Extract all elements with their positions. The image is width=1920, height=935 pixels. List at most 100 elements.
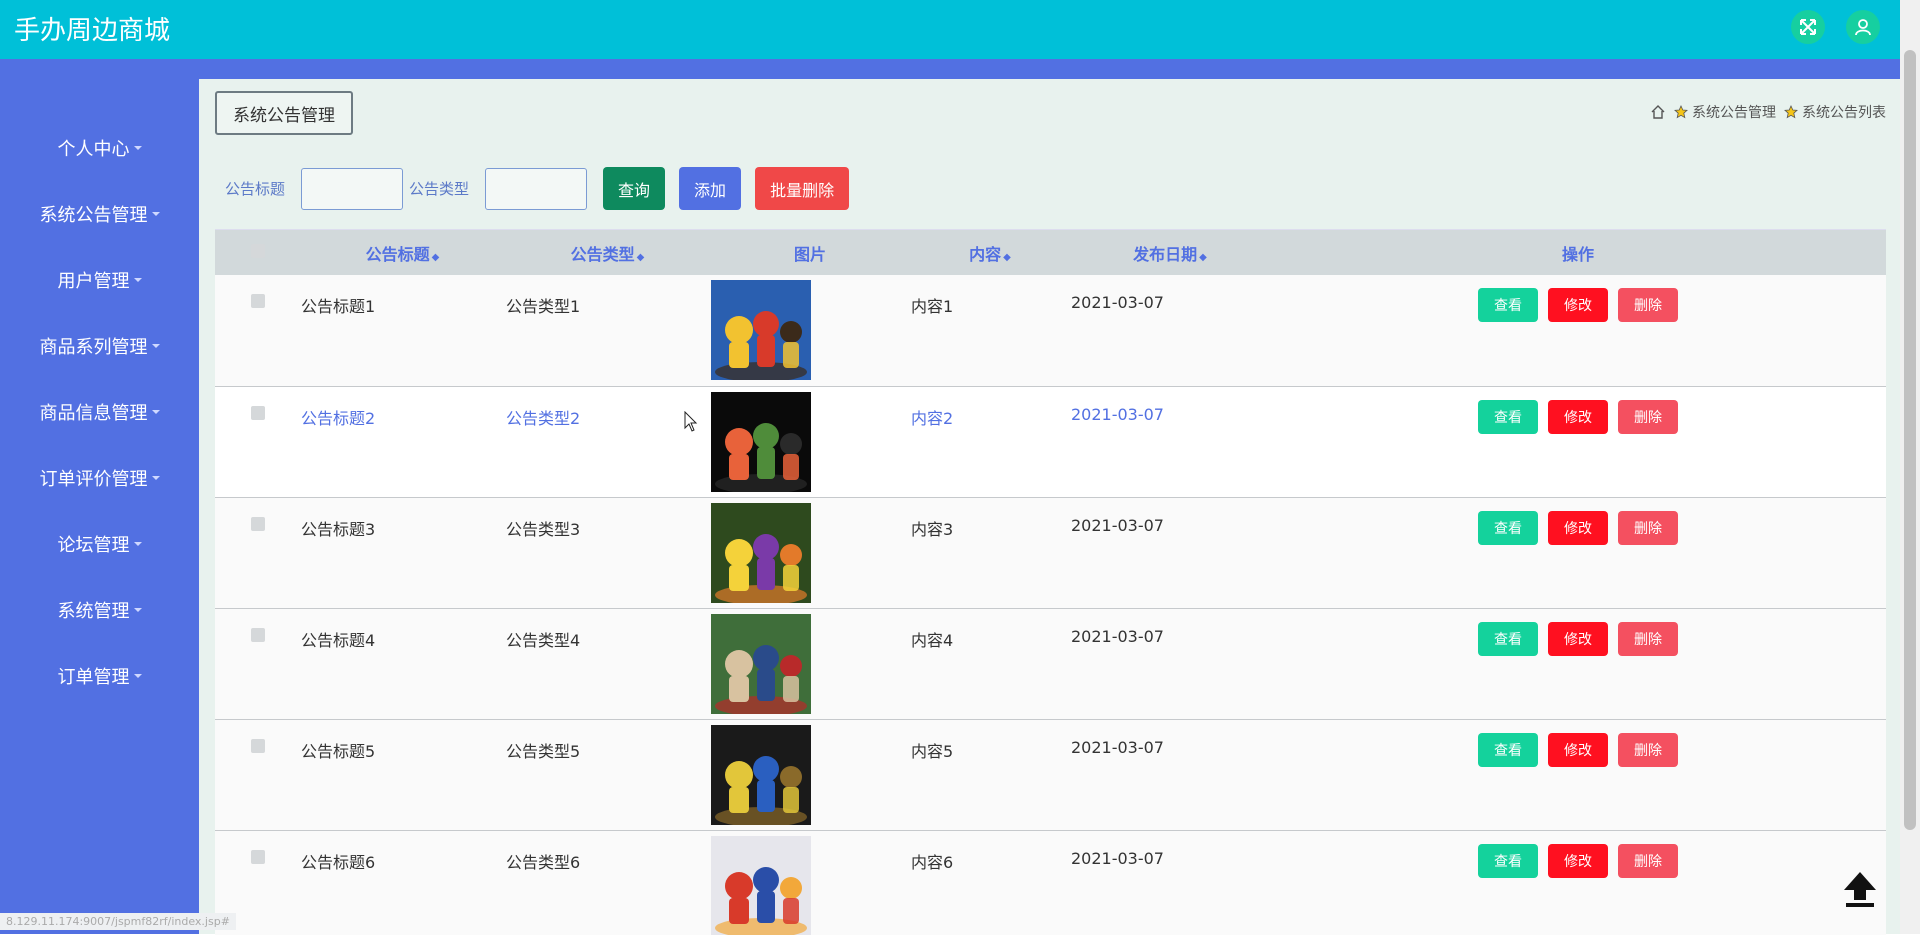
- table-header: 公告标题◆ 公告类型◆ 图片 内容◆ 发布日期◆ 操作: [215, 230, 1886, 275]
- cell-actions: 查看 修改 删除: [1270, 719, 1886, 830]
- view-button[interactable]: 查看: [1478, 288, 1538, 322]
- cell-image: [710, 386, 910, 497]
- cell-date: 2021-03-07: [1070, 386, 1270, 497]
- star-icon: [1784, 105, 1798, 119]
- notice-table: 公告标题◆ 公告类型◆ 图片 内容◆ 发布日期◆ 操作 公告标题1 公告类型1 …: [215, 229, 1886, 935]
- row-checkbox[interactable]: [251, 406, 265, 420]
- sidebar-item[interactable]: 用户管理: [0, 247, 199, 313]
- select-all-checkbox[interactable]: [251, 244, 265, 258]
- back-to-top-icon[interactable]: [1840, 868, 1880, 912]
- row-checkbox[interactable]: [251, 739, 265, 753]
- site-title: 手办周边商城: [14, 10, 170, 47]
- sidebar-item[interactable]: 订单评价管理: [0, 445, 199, 511]
- delete-button[interactable]: 删除: [1618, 400, 1678, 434]
- cell-date: 2021-03-07: [1070, 497, 1270, 608]
- sort-icon: ◆: [432, 252, 440, 263]
- sidebar-item-label: 个人中心: [58, 135, 130, 161]
- sidebar-item[interactable]: 商品信息管理: [0, 379, 199, 445]
- column-content[interactable]: 内容◆: [910, 230, 1070, 275]
- type-search-input[interactable]: [485, 168, 587, 210]
- delete-button[interactable]: 删除: [1618, 733, 1678, 767]
- delete-button[interactable]: 删除: [1618, 844, 1678, 878]
- cell-title: 公告标题1: [300, 275, 505, 386]
- notice-image[interactable]: [711, 614, 811, 714]
- cell-date: 2021-03-07: [1070, 719, 1270, 830]
- cell-type: 公告类型3: [505, 497, 710, 608]
- row-checkbox[interactable]: [251, 294, 265, 308]
- sidebar-item-label: 商品系列管理: [40, 333, 148, 359]
- delete-button[interactable]: 删除: [1618, 288, 1678, 322]
- cell-title: 公告标题4: [300, 608, 505, 719]
- column-actions: 操作: [1270, 230, 1886, 275]
- table-row[interactable]: 公告标题4 公告类型4 内容4 2021-03-07 查看 修改 删除: [215, 608, 1886, 719]
- row-checkbox[interactable]: [251, 628, 265, 642]
- row-checkbox[interactable]: [251, 850, 265, 864]
- table-row[interactable]: 公告标题2 公告类型2 内容2 2021-03-07 查看 修改 删除: [215, 386, 1886, 497]
- breadcrumb-item: 系统公告列表: [1802, 102, 1886, 122]
- table-row[interactable]: 公告标题3 公告类型3 内容3 2021-03-07 查看 修改 删除: [215, 497, 1886, 608]
- cell-content: 内容6: [910, 830, 1070, 935]
- sidebar-item-label: 用户管理: [58, 267, 130, 293]
- table-row[interactable]: 公告标题1 公告类型1 内容1 2021-03-07 查看 修改 删除: [215, 275, 1886, 386]
- sidebar-item-label: 论坛管理: [58, 531, 130, 557]
- sidebar-item[interactable]: 订单管理: [0, 643, 199, 709]
- notice-image[interactable]: [711, 280, 811, 380]
- notice-image[interactable]: [711, 503, 811, 603]
- cell-title: 公告标题5: [300, 719, 505, 830]
- cell-actions: 查看 修改 删除: [1270, 386, 1886, 497]
- column-date[interactable]: 发布日期◆: [1070, 230, 1270, 275]
- mouse-cursor-icon: [684, 411, 698, 437]
- edit-button[interactable]: 修改: [1548, 400, 1608, 434]
- notice-image[interactable]: [711, 836, 811, 935]
- sidebar-item-label: 订单管理: [58, 663, 130, 689]
- column-title[interactable]: 公告标题◆: [300, 230, 505, 275]
- row-checkbox[interactable]: [251, 517, 265, 531]
- sidebar-item[interactable]: 系统公告管理: [0, 181, 199, 247]
- view-button[interactable]: 查看: [1478, 511, 1538, 545]
- type-search-label: 公告类型: [409, 178, 469, 199]
- delete-button[interactable]: 删除: [1618, 511, 1678, 545]
- query-button[interactable]: 查询: [603, 167, 665, 210]
- table-row[interactable]: 公告标题5 公告类型5 内容5 2021-03-07 查看 修改 删除: [215, 719, 1886, 830]
- edit-button[interactable]: 修改: [1548, 733, 1608, 767]
- view-button[interactable]: 查看: [1478, 844, 1538, 878]
- sort-icon: ◆: [1199, 252, 1207, 263]
- cell-actions: 查看 修改 删除: [1270, 608, 1886, 719]
- edit-button[interactable]: 修改: [1548, 622, 1608, 656]
- delete-button[interactable]: 删除: [1618, 622, 1678, 656]
- view-button[interactable]: 查看: [1478, 622, 1538, 656]
- column-type[interactable]: 公告类型◆: [505, 230, 710, 275]
- view-button[interactable]: 查看: [1478, 733, 1538, 767]
- cell-actions: 查看 修改 删除: [1270, 830, 1886, 935]
- scrollbar-thumb[interactable]: [1904, 50, 1916, 830]
- title-search-input[interactable]: [301, 168, 403, 210]
- cell-type: 公告类型1: [505, 275, 710, 386]
- sidebar-item[interactable]: 论坛管理: [0, 511, 199, 577]
- caret-down-icon: [152, 476, 160, 480]
- breadcrumb-item[interactable]: 系统公告管理: [1692, 102, 1776, 122]
- top-bar: 手办周边商城: [0, 0, 1900, 59]
- fullscreen-icon[interactable]: [1791, 10, 1825, 44]
- view-button[interactable]: 查看: [1478, 400, 1538, 434]
- table-row[interactable]: 公告标题6 公告类型6 内容6 2021-03-07 查看 修改 删除: [215, 830, 1886, 935]
- home-icon[interactable]: [1650, 104, 1666, 120]
- user-icon[interactable]: [1846, 10, 1880, 44]
- sidebar-item[interactable]: 商品系列管理: [0, 313, 199, 379]
- page-scrollbar[interactable]: [1900, 0, 1920, 934]
- notice-image[interactable]: [711, 392, 811, 492]
- cell-date: 2021-03-07: [1070, 830, 1270, 935]
- cell-date: 2021-03-07: [1070, 608, 1270, 719]
- batch-delete-button[interactable]: 批量删除: [755, 167, 849, 210]
- add-button[interactable]: 添加: [679, 167, 741, 210]
- edit-button[interactable]: 修改: [1548, 511, 1608, 545]
- title-search-label: 公告标题: [225, 178, 285, 199]
- page-tag[interactable]: 系统公告管理: [215, 91, 353, 135]
- sidebar-item[interactable]: 个人中心: [0, 115, 199, 181]
- cell-content: 内容3: [910, 497, 1070, 608]
- cell-actions: 查看 修改 删除: [1270, 275, 1886, 386]
- star-icon: [1674, 105, 1688, 119]
- notice-image[interactable]: [711, 725, 811, 825]
- edit-button[interactable]: 修改: [1548, 844, 1608, 878]
- sidebar-item[interactable]: 系统管理: [0, 577, 199, 643]
- edit-button[interactable]: 修改: [1548, 288, 1608, 322]
